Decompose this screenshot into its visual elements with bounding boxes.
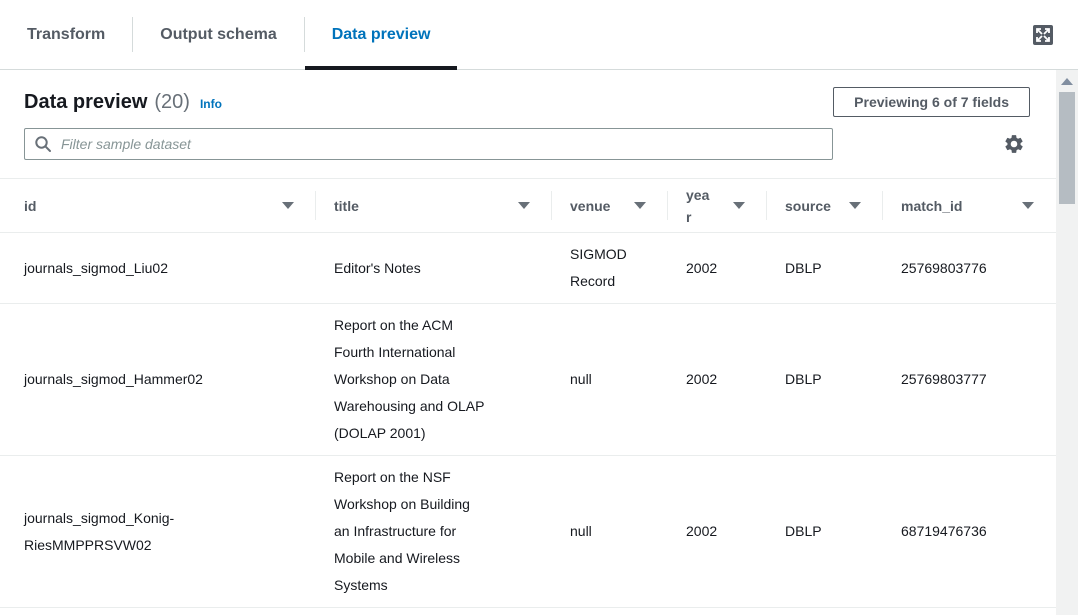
column-label-match_id: match_id (901, 195, 962, 217)
cell-source: DBLP (767, 233, 883, 304)
column-label-source: source (785, 195, 831, 217)
cell-venue: null (552, 304, 668, 456)
filter-search-box (24, 128, 833, 160)
search-icon (34, 135, 52, 153)
cell-venue: SIGMOD Record (552, 233, 668, 304)
info-link[interactable]: Info (200, 97, 222, 111)
cell-source: DBLP (767, 304, 883, 456)
settings-button[interactable] (1003, 133, 1025, 155)
toolbar: Data preview (20) Info Previewing 6 of 7… (24, 86, 1030, 118)
column-header-title[interactable]: title (316, 179, 552, 233)
cell-venue: null (552, 456, 668, 608)
cell-title: Editor's Notes (316, 233, 552, 304)
cell-id: journals_sigmod_Hammer02 (0, 304, 316, 456)
sort-caret-icon[interactable] (634, 202, 646, 209)
vertical-scrollbar[interactable] (1056, 70, 1078, 615)
cell-title: Report on the ACM Fourth International W… (316, 304, 552, 456)
cell-match_id: 68719476736 (883, 456, 1056, 608)
cell-id: journals_sigmod_Konig-RiesMMPPRSVW02 (0, 456, 316, 608)
sort-caret-icon[interactable] (849, 202, 861, 209)
sort-caret-icon[interactable] (733, 202, 745, 209)
expand-icon[interactable] (1033, 25, 1053, 45)
column-label-id: id (24, 195, 36, 217)
page-title-text: Data preview (24, 91, 147, 114)
previewing-fields-button[interactable]: Previewing 6 of 7 fields (833, 87, 1030, 117)
column-header-id[interactable]: id (0, 179, 316, 233)
sort-caret-icon[interactable] (282, 202, 294, 209)
table-row: journals_sigmod_Hammer02 Report on the A… (0, 304, 1056, 456)
cell-year: 2002 (668, 233, 767, 304)
page-title: Data preview (20) Info (24, 91, 222, 114)
cell-source: DBLP (767, 456, 883, 608)
tab-data-preview[interactable]: Data preview (305, 0, 458, 69)
gear-icon (1003, 133, 1025, 155)
filter-sample-dataset-input[interactable] (24, 128, 833, 160)
cell-year: 2002 (668, 304, 767, 456)
column-header-venue[interactable]: venue (552, 179, 668, 233)
column-label-title: title (334, 195, 359, 217)
scrollbar-thumb[interactable] (1059, 92, 1075, 204)
cell-match_id: 25769803776 (883, 233, 1056, 304)
sort-caret-icon[interactable] (518, 202, 530, 209)
data-preview-table: id title venue year (0, 178, 1056, 608)
scrollbar-up-arrow-icon[interactable] (1061, 78, 1073, 85)
table-row: journals_sigmod_Liu02 Editor's Notes SIG… (0, 233, 1056, 304)
column-label-year: year (686, 184, 714, 228)
column-header-match_id[interactable]: match_id (883, 179, 1056, 233)
tab-output-schema[interactable]: Output schema (133, 0, 303, 69)
tab-bar: Transform Output schema Data preview (0, 0, 1078, 70)
filter-row (24, 128, 1030, 160)
tab-transform[interactable]: Transform (0, 0, 132, 69)
table-header-row: id title venue year (0, 179, 1056, 233)
column-header-year[interactable]: year (668, 179, 767, 233)
sort-caret-icon[interactable] (1022, 202, 1034, 209)
column-label-venue: venue (570, 195, 610, 217)
cell-title: Report on the NSF Workshop on Building a… (316, 456, 552, 608)
cell-id: journals_sigmod_Liu02 (0, 233, 316, 304)
column-header-source[interactable]: source (767, 179, 883, 233)
cell-match_id: 25769803777 (883, 304, 1056, 456)
table-row: journals_sigmod_Konig-RiesMMPPRSVW02 Rep… (0, 456, 1056, 608)
row-count-badge: (20) (154, 91, 190, 114)
cell-year: 2002 (668, 456, 767, 608)
expand-arrows-icon (1033, 25, 1053, 45)
